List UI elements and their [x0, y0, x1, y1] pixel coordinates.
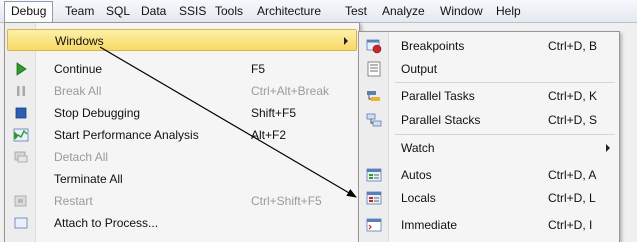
performance-chart-icon [13, 127, 29, 143]
submenu-item-label: Output [401, 62, 438, 76]
menu-item-shortcut: Ctrl+Alt+Break [251, 84, 330, 98]
menu-item-shortcut: F5 [251, 62, 266, 76]
menu-separator [395, 134, 615, 135]
detach-icon [13, 149, 29, 165]
submenu-item-shortcut: Ctrl+D, S [548, 113, 598, 127]
submenu-item-shortcut: Ctrl+D, A [548, 168, 597, 182]
menu-architecture[interactable]: Architecture [252, 3, 326, 19]
submenu-item-parallel-stacks[interactable]: Parallel Stacks Ctrl+D, S [360, 109, 618, 131]
menu-item-label: Continue [54, 62, 103, 76]
debug-menu: Windows Continue F5 Break All Ctrl+Alt+B… [4, 22, 360, 242]
menu-test[interactable]: Test [340, 3, 372, 19]
menu-window[interactable]: Window [435, 3, 488, 19]
submenu-item-output[interactable]: Output [360, 58, 618, 80]
menu-item-shortcut: Alt+F2 [251, 128, 287, 142]
restart-icon [13, 193, 29, 209]
locals-icon [366, 190, 382, 206]
submenu-item-shortcut: Ctrl+D, L [548, 191, 596, 205]
menu-debug[interactable]: Debug [4, 1, 54, 23]
submenu-item-breakpoints[interactable]: Breakpoints Ctrl+D, B [360, 35, 618, 57]
menu-item-label: Break All [54, 84, 102, 98]
menu-data[interactable]: Data [136, 3, 171, 19]
submenu-item-label: Locals [401, 191, 436, 205]
submenu-item-shortcut: Ctrl+D, K [548, 89, 598, 103]
submenu-item-label: Breakpoints [401, 39, 465, 53]
parallel-tasks-icon [366, 88, 382, 104]
autos-icon [366, 167, 382, 183]
menu-sql[interactable]: SQL [101, 3, 135, 19]
submenu-arrow-icon [606, 144, 610, 152]
menu-item-continue[interactable]: Continue F5 [7, 58, 357, 80]
menu-team[interactable]: Team [60, 3, 99, 19]
menu-item-start-performance-analysis[interactable]: Start Performance Analysis Alt+F2 [7, 124, 357, 146]
menu-ssis[interactable]: SSIS [174, 3, 211, 19]
menu-item-label: Detach All [54, 150, 109, 164]
menu-item-stop-debugging[interactable]: Stop Debugging Shift+F5 [7, 102, 357, 124]
submenu-item-label: Autos [401, 168, 432, 182]
submenu-item-watch[interactable]: Watch [360, 137, 618, 159]
menu-analyze[interactable]: Analyze [377, 3, 430, 19]
attach-icon [13, 215, 29, 231]
immediate-window-icon [366, 217, 382, 233]
submenu-item-immediate[interactable]: Immediate Ctrl+D, I [360, 214, 618, 236]
menu-help[interactable]: Help [491, 3, 526, 19]
menu-tools[interactable]: Tools [210, 3, 248, 19]
menu-item-restart[interactable]: Restart Ctrl+Shift+F5 [7, 190, 357, 212]
menu-item-label: Terminate All [54, 172, 123, 186]
menu-item-label: Attach to Process... [54, 216, 159, 230]
submenu-item-label: Immediate [401, 218, 458, 232]
menu-item-terminate-all[interactable]: Terminate All [7, 168, 357, 190]
windows-submenu: Breakpoints Ctrl+D, B Output Parallel Ta… [358, 31, 620, 242]
submenu-item-autos[interactable]: Autos Ctrl+D, A [360, 164, 618, 186]
submenu-item-label: Parallel Stacks [401, 113, 481, 127]
menu-item-label: Start Performance Analysis [54, 128, 199, 142]
submenu-item-shortcut: Ctrl+D, I [548, 218, 593, 232]
submenu-arrow-icon [344, 37, 348, 45]
submenu-item-parallel-tasks[interactable]: Parallel Tasks Ctrl+D, K [360, 85, 618, 107]
menu-item-shortcut: Shift+F5 [251, 106, 297, 120]
menu-item-break-all[interactable]: Break All Ctrl+Alt+Break [7, 80, 357, 102]
screenshot-stage: Debug Team SQL Data SSIS Tools Architect… [0, 0, 637, 242]
menu-bar: Debug Team SQL Data SSIS Tools Architect… [0, 0, 637, 23]
menu-item-label: Windows [55, 34, 104, 48]
pause-icon [13, 83, 29, 99]
submenu-item-shortcut: Ctrl+D, B [548, 39, 598, 53]
menu-item-label: Stop Debugging [54, 106, 141, 120]
submenu-item-locals[interactable]: Locals Ctrl+D, L [360, 187, 618, 209]
menu-item-label: Restart [54, 194, 93, 208]
menu-item-windows[interactable]: Windows [7, 29, 357, 51]
output-window-icon [366, 61, 382, 77]
parallel-stacks-icon [366, 112, 382, 128]
submenu-item-label: Watch [401, 141, 435, 155]
stop-icon [13, 105, 29, 121]
submenu-item-label: Parallel Tasks [401, 89, 475, 103]
menu-item-attach-to-process[interactable]: Attach to Process... [7, 212, 357, 234]
continue-play-icon [13, 61, 29, 77]
menu-item-shortcut: Ctrl+Shift+F5 [251, 194, 322, 208]
menu-item-detach-all[interactable]: Detach All [7, 146, 357, 168]
menu-separator [395, 82, 615, 83]
breakpoints-icon [366, 38, 382, 54]
